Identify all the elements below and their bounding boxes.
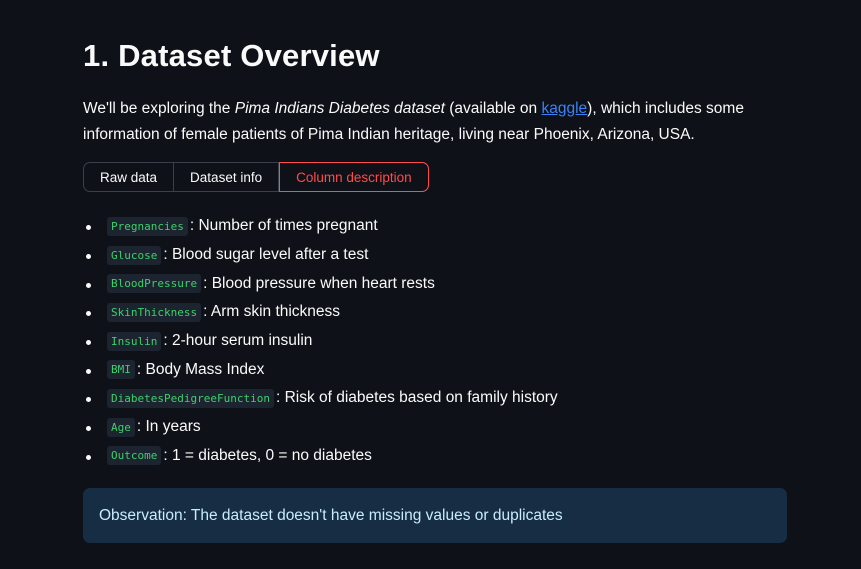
tab-dataset-info[interactable]: Dataset info: [174, 163, 280, 191]
list-item: Pregnancies: Number of times pregnant: [83, 212, 787, 241]
tab-column-description[interactable]: Column description: [279, 162, 429, 192]
dataset-name: Pima Indians Diabetes dataset: [234, 100, 445, 117]
list-item: Age: In years: [83, 413, 787, 442]
observation-text: Observation: The dataset doesn't have mi…: [99, 506, 563, 524]
list-item: Insulin: 2-hour serum insulin: [83, 327, 787, 356]
column-desc: : Number of times pregnant: [189, 217, 378, 235]
list-item: BMI: Body Mass Index: [83, 355, 787, 384]
column-desc: : Arm skin thickness: [203, 303, 341, 321]
column-desc: : Blood pressure when heart rests: [203, 274, 435, 292]
column-name: DiabetesPedigreeFunction: [107, 388, 274, 408]
list-item: Outcome: 1 = diabetes, 0 = no diabetes: [83, 442, 787, 471]
tab-raw-data[interactable]: Raw data: [84, 163, 175, 191]
intro-text-1: We'll be exploring the: [83, 100, 235, 117]
column-desc: : Blood sugar level after a test: [163, 246, 369, 264]
column-desc: : Body Mass Index: [136, 360, 265, 378]
column-name: Outcome: [107, 446, 162, 466]
column-name: BloodPressure: [107, 274, 202, 294]
intro-text-2: (available on: [444, 100, 542, 117]
column-desc: : 2-hour serum insulin: [163, 332, 313, 350]
column-name: Glucose: [107, 245, 162, 265]
column-desc: : In years: [136, 418, 201, 436]
observation-info-box: Observation: The dataset doesn't have mi…: [83, 488, 787, 544]
column-description-list: Pregnancies: Number of times pregnant Gl…: [83, 212, 787, 470]
column-name: BMI: [107, 360, 135, 380]
column-desc: : Risk of diabetes based on family histo…: [275, 389, 558, 407]
list-item: SkinThickness: Arm skin thickness: [83, 298, 787, 327]
tab-bar: Raw data Dataset info Column description: [83, 162, 429, 192]
list-item: BloodPressure: Blood pressure when heart…: [83, 269, 787, 298]
column-name: Age: [107, 417, 135, 437]
kaggle-link[interactable]: kaggle: [541, 100, 587, 117]
main-content: 1. Dataset Overview We'll be exploring t…: [0, 0, 787, 544]
list-item: DiabetesPedigreeFunction: Risk of diabet…: [83, 384, 787, 413]
list-item: Glucose: Blood sugar level after a test: [83, 241, 787, 270]
page-title: 1. Dataset Overview: [83, 38, 380, 73]
column-name: Pregnancies: [107, 216, 188, 236]
column-name: SkinThickness: [107, 302, 202, 322]
column-desc: : 1 = diabetes, 0 = no diabetes: [163, 446, 372, 464]
intro-paragraph: We'll be exploring the Pima Indians Diab…: [83, 96, 787, 148]
column-name: Insulin: [107, 331, 162, 351]
